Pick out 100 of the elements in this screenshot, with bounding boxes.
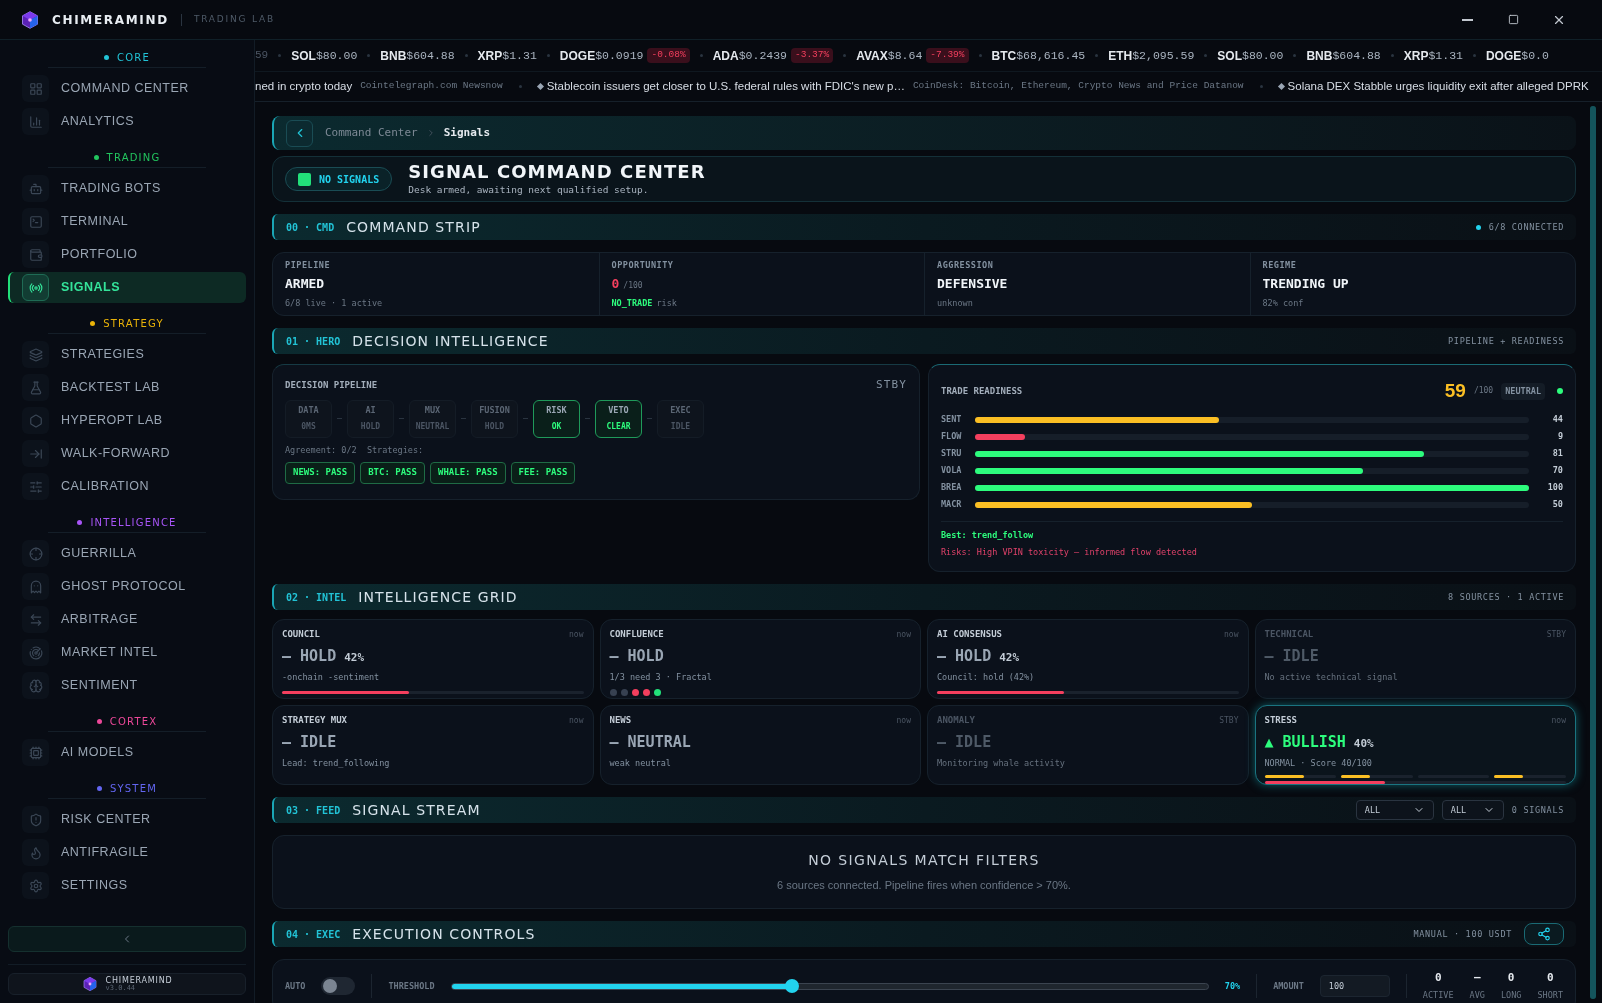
stat-label: SHORT [1537, 989, 1563, 1003]
factor-label: STRU [941, 447, 963, 460]
flame-icon [28, 845, 43, 860]
card-note: NORMAL · Score 40/100 [1264, 757, 1373, 770]
stage-name: DATA [298, 404, 319, 417]
stage-value: HOLD [484, 420, 505, 433]
ticker-price: $0.0 [1521, 47, 1549, 64]
stage-value: CLEAR [606, 420, 631, 433]
radar-icon [28, 645, 43, 660]
section-title: INTELLIGENCE GRID [358, 587, 518, 607]
nav-item[interactable]: SETTINGS [8, 870, 246, 901]
nav-item[interactable]: AI MODELS [8, 737, 246, 768]
section-status: 0 SIGNALS [1511, 803, 1564, 817]
stat-value: 0 [1434, 969, 1442, 986]
stat-label: LONG [1500, 989, 1522, 1003]
price-change: -0.08% [647, 48, 690, 63]
section-status: PIPELINE + READINESS [1448, 334, 1564, 348]
nav-item[interactable]: ANALYTICS [8, 106, 246, 137]
nav-item[interactable]: TERMINAL [8, 206, 246, 237]
nav-item[interactable]: GUERRILLA [8, 538, 246, 569]
news-headline[interactable]: ned in crypto today [255, 77, 353, 96]
empty-title: NO SIGNALS MATCH FILTERS [808, 851, 1040, 871]
nav-section-title: SYSTEM [109, 782, 158, 796]
card-title: ANOMALY [937, 714, 975, 727]
nav-item[interactable]: CALIBRATION [8, 471, 246, 502]
metric-note: 82% conf [1262, 296, 1304, 310]
news-source: CoinDesk: Bitcoin, Ethereum, Crypto News and Price Datanow [912, 79, 1244, 94]
stat-value: 0 [1546, 969, 1554, 986]
signal-value: — NEUTRAL [609, 731, 691, 753]
nav-item[interactable]: SIGNALS [8, 272, 246, 303]
ticker-symbol: XRP [477, 47, 503, 65]
check-chip: WHALE: PASS [429, 462, 506, 484]
card-title: CONFLUENCE [609, 628, 664, 641]
auto-toggle[interactable] [321, 977, 356, 995]
stat-label: ACTIVE [1422, 989, 1454, 1003]
brain-icon [28, 678, 43, 693]
nav-item[interactable]: SENTIMENT [8, 670, 246, 701]
nav-item[interactable]: TRADING BOTS [8, 173, 246, 204]
signal-icon [28, 280, 43, 295]
metric-label: AGGRESSION [937, 258, 995, 272]
toggle-label: AUTO [285, 979, 306, 993]
nav-item[interactable]: ANTIFRAGILE [8, 837, 246, 868]
factor-value: 100 [1546, 481, 1563, 494]
nav-item[interactable]: MARKET INTEL [8, 637, 246, 668]
card-title: AI CONSENSUS [937, 628, 1003, 641]
section-code: 02 · INTEL [286, 590, 347, 605]
nav-section-title: INTELLIGENCE [90, 516, 177, 530]
stage-name: MUX [424, 404, 441, 417]
amount-field[interactable]: 100 [1319, 975, 1390, 997]
card-title: STRESS [1264, 714, 1297, 727]
crosshair-icon [28, 546, 43, 561]
nav-item[interactable]: COMMAND CENTER [8, 73, 246, 104]
score-unit: /100 [1473, 385, 1494, 398]
section-title: SIGNAL STREAM [352, 800, 481, 820]
filter-dropdown[interactable]: ALL [1441, 800, 1504, 820]
card-time: STBY [1546, 628, 1566, 641]
field-label: AMOUNT [1273, 979, 1304, 993]
stage-name: FUSION [479, 404, 510, 417]
ticker-symbol: BNB [380, 47, 407, 65]
network-button[interactable] [1524, 923, 1564, 945]
maximize-icon [1507, 14, 1519, 25]
stage-value: 0MS [301, 420, 316, 433]
nav-item[interactable]: PORTFOLIO [8, 239, 246, 270]
card-title: COUNCIL [282, 628, 320, 641]
page-subtitle: Desk armed, awaiting next qualified setup. [408, 183, 650, 198]
card-note: Council: hold (42%) [937, 671, 1036, 684]
nav-item[interactable]: GHOST PROTOCOL [8, 571, 246, 602]
metric-value: TRENDING UP [1262, 275, 1349, 294]
ticker-price: $604.88 [1332, 47, 1381, 64]
nav-item[interactable]: ARBITRAGE [8, 604, 246, 635]
metric-label: PIPELINE [285, 258, 332, 272]
empty-text: 6 sources connected. Pipeline fires when confidence > 70%. [777, 878, 1071, 894]
check-chip: BTC: PASS [360, 462, 425, 484]
news-headline[interactable]: Solana DEX Stabble urges liquidity exit after alleged DPRK [1287, 77, 1589, 96]
terminal-icon [28, 214, 43, 229]
ghost-icon [28, 579, 43, 594]
filter-dropdown[interactable]: ALL [1355, 800, 1434, 820]
stage-value: IDLE [670, 420, 691, 433]
arrow-to-line-icon [28, 446, 43, 461]
nav-item[interactable]: WALK-FORWARD [8, 438, 246, 469]
ticker-price: $604.88 [406, 47, 455, 64]
network-icon [1537, 927, 1551, 941]
nav-item[interactable]: HYPEROPT LAB [8, 405, 246, 436]
card-time: now [896, 714, 911, 727]
news-headline[interactable]: Stablecoin issuers get closer to U.S. federal rules with FDIC's new p… [546, 77, 905, 96]
stage-value: OK [551, 420, 562, 433]
sliders-icon [28, 479, 43, 494]
stage-value: HOLD [360, 420, 381, 433]
card-status: STBY [876, 377, 907, 393]
nav-item[interactable]: STRATEGIES [8, 339, 246, 370]
layers-icon [28, 347, 43, 362]
factor-label: FLOW [941, 430, 963, 443]
stage-value: NEUTRAL [415, 420, 450, 433]
nav-item[interactable]: BACKTEST LAB [8, 372, 246, 403]
breadcrumb-link[interactable]: Command Center [325, 124, 418, 142]
ticker-price: $2,095.59 [1132, 47, 1195, 64]
slider-thumb[interactable] [784, 979, 799, 993]
signal-percent: 40% [1353, 735, 1374, 752]
brand-subtitle: TRADING LAB [193, 12, 275, 26]
nav-item[interactable]: RISK CENTER [8, 804, 246, 835]
